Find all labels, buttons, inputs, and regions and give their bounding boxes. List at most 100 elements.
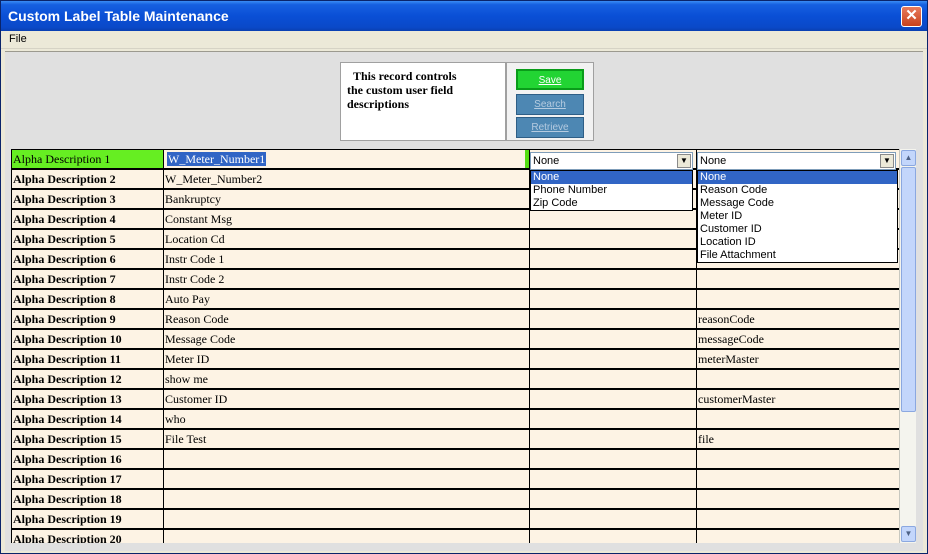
chevron-down-icon[interactable]: ▼ bbox=[677, 154, 691, 168]
close-icon: ✕ bbox=[905, 7, 918, 24]
dropdown-option[interactable]: Zip Code bbox=[531, 197, 692, 210]
row-lookup-table[interactable] bbox=[697, 370, 899, 388]
table-row[interactable]: Alpha Description 16 bbox=[11, 450, 899, 470]
row-field-type[interactable] bbox=[530, 350, 696, 368]
row-field-type[interactable] bbox=[530, 270, 696, 288]
close-button[interactable]: ✕ bbox=[901, 6, 922, 27]
menu-bar: File bbox=[1, 31, 927, 49]
row-value[interactable]: Instr Code 1 bbox=[164, 250, 529, 268]
row-value[interactable]: Bankruptcy bbox=[164, 190, 529, 208]
row-lookup-table[interactable] bbox=[697, 290, 899, 308]
combo-lookup-table-value: None bbox=[700, 155, 727, 167]
row-field-type[interactable] bbox=[530, 330, 696, 348]
row-label: Alpha Description 9 bbox=[12, 310, 163, 328]
dropdown-option[interactable]: Customer ID bbox=[698, 223, 897, 236]
row-lookup-table[interactable] bbox=[697, 450, 899, 468]
scroll-up-icon[interactable]: ▲ bbox=[901, 150, 916, 166]
table-row[interactable]: Alpha Description 11 Meter ID meterMaster bbox=[11, 350, 899, 370]
row-value[interactable]: Auto Pay bbox=[164, 290, 529, 308]
row-label: Alpha Description 6 bbox=[12, 250, 163, 268]
row-field-type[interactable] bbox=[530, 530, 696, 543]
table-row[interactable]: Alpha Description 10 Message Code messageC… bbox=[11, 330, 899, 350]
scroll-thumb[interactable] bbox=[901, 167, 916, 412]
dropdown-option[interactable]: Meter ID bbox=[698, 210, 897, 223]
menu-file[interactable]: File bbox=[9, 33, 27, 45]
row-lookup-table[interactable] bbox=[697, 490, 899, 508]
row-lookup-table[interactable] bbox=[697, 470, 899, 488]
title-bar[interactable]: Custom Label Table Maintenance ✕ bbox=[1, 1, 927, 31]
retrieve-button[interactable]: Retrieve bbox=[516, 117, 584, 138]
row-field-type[interactable] bbox=[530, 310, 696, 328]
row-field-type[interactable] bbox=[530, 210, 696, 228]
row-field-type[interactable] bbox=[530, 410, 696, 428]
row-label: Alpha Description 4 bbox=[12, 210, 163, 228]
content-area: This record controls the custom user fie… bbox=[5, 51, 923, 551]
row-lookup-table[interactable]: file bbox=[697, 430, 899, 448]
row-lookup-table[interactable]: customerMaster bbox=[697, 390, 899, 408]
row-field-type[interactable] bbox=[530, 470, 696, 488]
dropdown-option[interactable]: Phone Number bbox=[531, 184, 692, 197]
row-field-type[interactable] bbox=[530, 490, 696, 508]
table-row[interactable]: Alpha Description 20 bbox=[11, 530, 899, 543]
table-row[interactable]: Alpha Description 19 bbox=[11, 510, 899, 530]
row-value[interactable] bbox=[164, 450, 529, 468]
row-lookup-table[interactable]: reasonCode bbox=[697, 310, 899, 328]
row-field-type[interactable] bbox=[530, 390, 696, 408]
row-field-type[interactable] bbox=[530, 370, 696, 388]
row-field-type[interactable] bbox=[530, 290, 696, 308]
table-row[interactable]: Alpha Description 8 Auto Pay bbox=[11, 290, 899, 310]
table-row[interactable]: Alpha Description 13 Customer ID customerM… bbox=[11, 390, 899, 410]
row-lookup-table[interactable] bbox=[697, 410, 899, 428]
row-value[interactable]: show me bbox=[164, 370, 529, 388]
row-field-type[interactable] bbox=[530, 230, 696, 248]
dropdown-option[interactable]: Location ID bbox=[698, 236, 897, 249]
table-row[interactable]: Alpha Description 7 Instr Code 2 bbox=[11, 270, 899, 290]
chevron-down-icon[interactable]: ▼ bbox=[880, 154, 894, 168]
row-value[interactable]: Customer ID bbox=[164, 390, 529, 408]
row-label: Alpha Description 3 bbox=[12, 190, 163, 208]
row-value[interactable]: Location Cd bbox=[164, 230, 529, 248]
dropdown-option[interactable]: None bbox=[698, 171, 897, 184]
save-button[interactable]: Save bbox=[516, 69, 584, 90]
row-value[interactable]: File Test bbox=[164, 430, 529, 448]
search-button[interactable]: Search bbox=[516, 94, 584, 115]
scroll-down-icon[interactable]: ▼ bbox=[901, 526, 916, 542]
row-label: Alpha Description 15 bbox=[12, 430, 163, 448]
row-value[interactable]: Meter ID bbox=[164, 350, 529, 368]
row-value[interactable] bbox=[164, 490, 529, 508]
dropdown-option[interactable]: None bbox=[531, 171, 692, 184]
value-edit-input[interactable]: W_Meter_Number1 bbox=[165, 150, 529, 168]
table-row[interactable]: Alpha Description 12 show me bbox=[11, 370, 899, 390]
row-field-type[interactable] bbox=[530, 250, 696, 268]
table-row[interactable]: Alpha Description 14 who bbox=[11, 410, 899, 430]
row-lookup-table[interactable]: meterMaster bbox=[697, 350, 899, 368]
dropdown-option[interactable]: Message Code bbox=[698, 197, 897, 210]
combo-field-type[interactable]: None ▼ bbox=[530, 152, 693, 170]
row-field-type[interactable] bbox=[530, 430, 696, 448]
row-lookup-table[interactable] bbox=[697, 530, 899, 543]
row-field-type[interactable] bbox=[530, 450, 696, 468]
table-row[interactable]: Alpha Description 18 bbox=[11, 490, 899, 510]
dropdown-option[interactable]: Reason Code bbox=[698, 184, 897, 197]
row-label: Alpha Description 18 bbox=[12, 490, 163, 508]
row-value[interactable]: Constant Msg bbox=[164, 210, 529, 228]
window-title: Custom Label Table Maintenance bbox=[8, 8, 229, 24]
dropdown-option[interactable]: File Attachment bbox=[698, 249, 897, 262]
table-row[interactable]: Alpha Description 15 File Test file bbox=[11, 430, 899, 450]
combo-lookup-table[interactable]: None ▼ bbox=[697, 152, 896, 170]
row-value[interactable]: Reason Code bbox=[164, 310, 529, 328]
row-field-type[interactable] bbox=[530, 510, 696, 528]
row-lookup-table[interactable] bbox=[697, 270, 899, 288]
row-value[interactable]: W_Meter_Number2 bbox=[164, 170, 529, 188]
row-value[interactable]: Instr Code 2 bbox=[164, 270, 529, 288]
row-value[interactable] bbox=[164, 470, 529, 488]
row-lookup-table[interactable] bbox=[697, 510, 899, 528]
row-value[interactable] bbox=[164, 530, 529, 543]
row-value[interactable] bbox=[164, 510, 529, 528]
table-row[interactable]: Alpha Description 17 bbox=[11, 470, 899, 490]
row-value[interactable]: Message Code bbox=[164, 330, 529, 348]
table-row[interactable]: Alpha Description 9 Reason Code reasonCode bbox=[11, 310, 899, 330]
row-lookup-table[interactable]: messageCode bbox=[697, 330, 899, 348]
vertical-scrollbar[interactable]: ▲ ▼ bbox=[899, 149, 916, 543]
row-value[interactable]: who bbox=[164, 410, 529, 428]
